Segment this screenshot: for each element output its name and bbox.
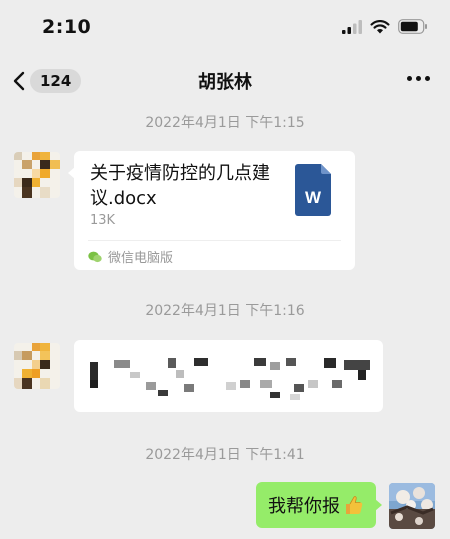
message-timestamp: 2022年4月1日 下午1:41 <box>145 447 305 463</box>
wechat-icon <box>88 251 102 262</box>
file-size: 13K <box>90 213 116 228</box>
file-message-card[interactable]: 关于疫情防控的几点建议.docx 13K W 微信电脑版 <box>68 151 355 270</box>
more-icon <box>416 76 421 81</box>
status-bar: 2:10 <box>0 0 450 56</box>
nav-bar: 124 胡张林 <box>0 56 450 106</box>
more-options-button[interactable] <box>407 76 430 81</box>
message-timestamp: 2022年4月1日 下午1:15 <box>145 115 305 131</box>
redacted-message[interactable] <box>74 340 383 412</box>
status-icons <box>342 19 428 34</box>
status-time: 2:10 <box>42 16 92 38</box>
chat-title: 胡张林 <box>198 72 252 93</box>
bubble-tail <box>68 167 75 179</box>
avatar-image <box>14 152 60 198</box>
wifi-icon <box>370 19 390 33</box>
more-icon <box>425 76 430 81</box>
avatar-image <box>14 343 60 389</box>
signal-icon <box>342 19 362 34</box>
file-source-label: 微信电脑版 <box>108 251 174 266</box>
file-source: 微信电脑版 <box>88 247 173 266</box>
bubble-tail <box>375 499 382 511</box>
thumbs-up-icon <box>346 496 363 514</box>
card-divider <box>88 240 341 241</box>
battery-icon <box>398 19 427 34</box>
svg-text:W: W <box>305 188 322 207</box>
my-avatar[interactable] <box>389 483 435 529</box>
outgoing-message[interactable]: 我帮你报 <box>256 482 382 528</box>
word-document-icon: W <box>295 164 331 216</box>
contact-avatar[interactable] <box>14 152 60 198</box>
avatar-image <box>389 483 435 529</box>
file-name: 关于疫情防控的几点建议.docx <box>90 163 270 209</box>
outgoing-message-text: 我帮你报 <box>268 496 340 517</box>
contact-avatar[interactable] <box>14 343 60 389</box>
more-icon <box>407 76 412 81</box>
message-timestamp: 2022年4月1日 下午1:16 <box>145 303 305 319</box>
